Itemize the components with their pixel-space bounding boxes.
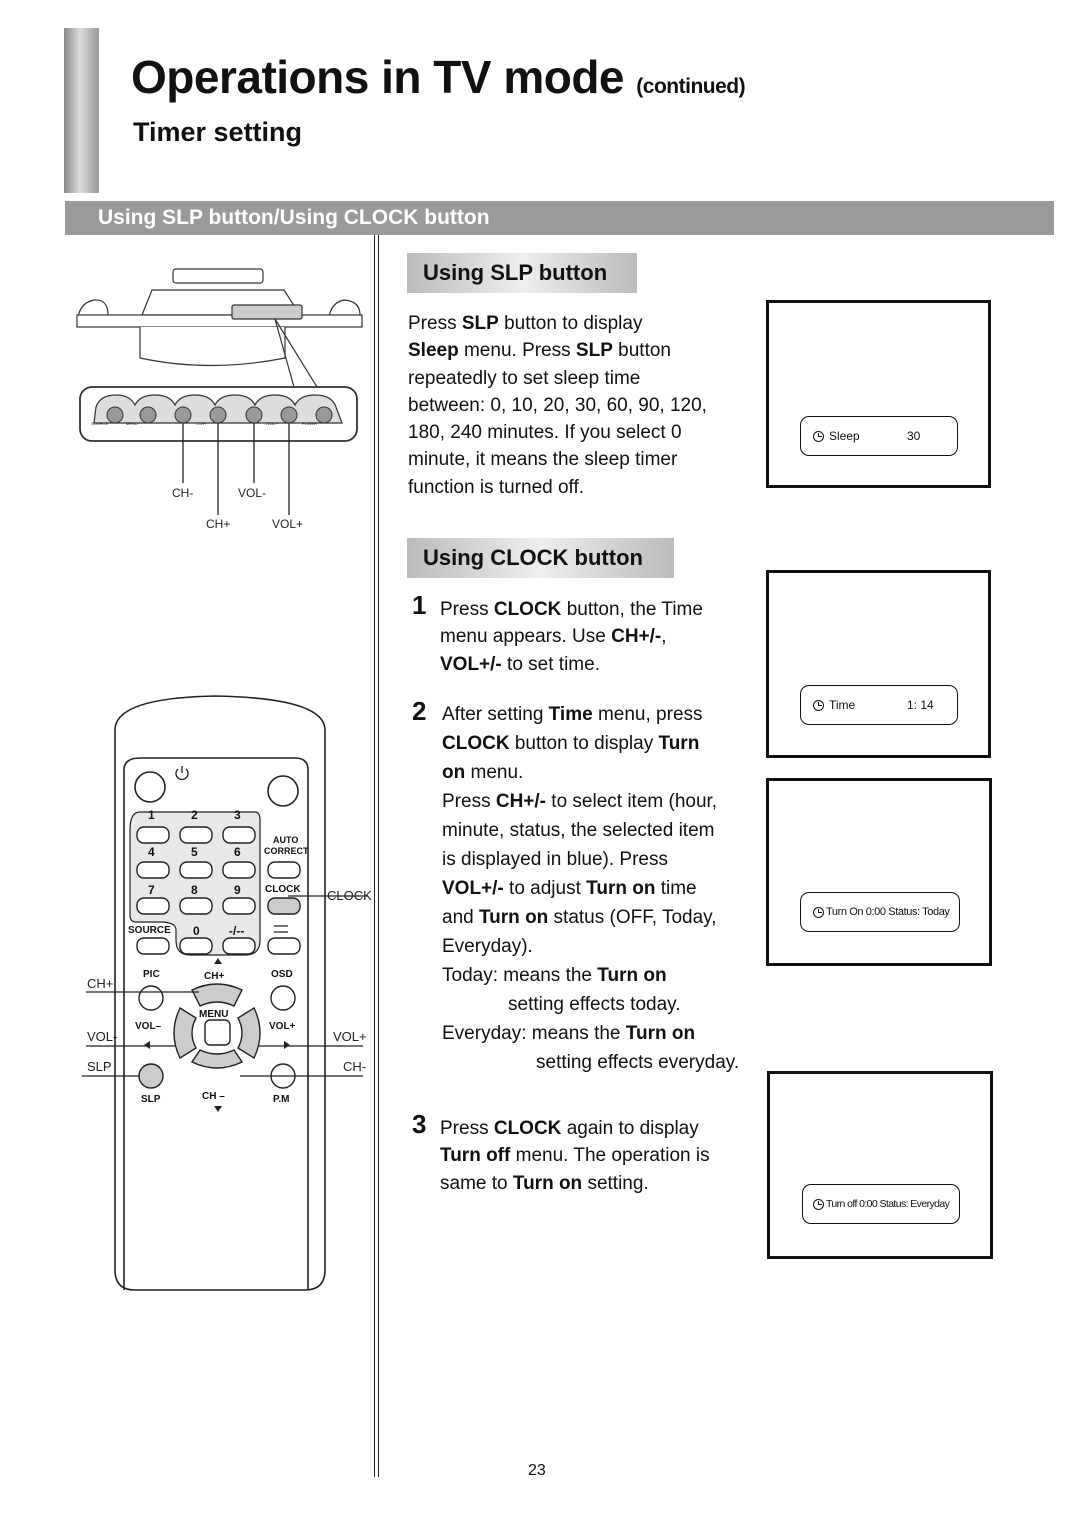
turn-on-osd-text: Turn On 0:00 Status: Today	[826, 906, 950, 918]
panel-label-ch: –CH+	[196, 421, 207, 426]
key-label-0: 0	[193, 924, 200, 938]
time-osd-label: Time	[829, 698, 856, 712]
remote-callout-clock: CLOCK	[327, 888, 372, 903]
panel-label-source: SOURCE	[91, 421, 109, 426]
step-2-text: After setting Time menu, press CLOCK but…	[442, 704, 740, 1073]
panel-callout-vol-minus: VOL-	[238, 486, 267, 500]
page-title-text: Operations in TV mode	[131, 51, 625, 103]
key-label-5: 5	[191, 845, 198, 859]
turn-on-osd-box: Turn On 0:00 Status: Today	[800, 892, 960, 932]
page-subtitle: Timer setting	[133, 117, 303, 147]
remote-callout-vol-minus: VOL-	[87, 1029, 118, 1044]
key-label-pm: P.M	[273, 1094, 290, 1105]
remote-callout-ch-plus: CH+	[87, 976, 114, 991]
page-number: 23	[528, 1462, 546, 1479]
sleep-osd-box: Sleep 30	[800, 416, 958, 456]
panel-callout-ch-minus: CH-	[172, 486, 194, 500]
step-1-text: Press CLOCK button, the Time menu appear…	[440, 599, 703, 675]
key-label-auto: AUTO	[273, 835, 299, 845]
time-osd-box: Time 1: 14	[800, 685, 958, 725]
slp-description: Press SLP button to display Sleep menu. …	[408, 313, 707, 498]
remote-callout-ch-minus: CH-	[343, 1059, 367, 1074]
remote-control-illustration	[82, 695, 368, 1291]
key-label-clock: CLOCK	[265, 884, 301, 895]
key-label-4: 4	[148, 845, 155, 859]
turn-off-osd-text: Turn off 0:00 Status: Everyday	[826, 1198, 950, 1210]
panel-label-vol: –VOL+	[265, 421, 278, 426]
key-label-osd: OSD	[271, 969, 293, 980]
remote-callout-slp: SLP	[87, 1059, 112, 1074]
clock-icon	[813, 430, 824, 442]
time-osd-value: 1: 14	[907, 698, 934, 712]
clock-icon	[813, 699, 824, 711]
key-label-1: 1	[148, 808, 155, 822]
turn-off-osd-screen: Turn off 0:00 Status: Everyday	[767, 1071, 993, 1259]
remote-callout-vol-plus: VOL+	[333, 1029, 367, 1044]
key-label-6: 6	[234, 845, 241, 859]
page-title: Operations in TV mode (continued)	[131, 50, 746, 104]
panel-callout-ch-plus: CH+	[206, 517, 231, 531]
key-label-menu: MENU	[199, 1009, 229, 1020]
panel-label-power: POWER	[302, 421, 318, 426]
key-label-pic: PIC	[143, 969, 160, 980]
key-label-2: 2	[191, 808, 198, 822]
key-label-ch-minus: CH –	[202, 1091, 225, 1102]
clock-icon	[813, 906, 824, 918]
key-label-7: 7	[148, 883, 155, 897]
key-label-slp: SLP	[141, 1094, 161, 1105]
key-label-source: SOURCE	[128, 925, 171, 936]
key-label-3: 3	[234, 808, 241, 822]
step-number-2: 2	[412, 696, 427, 726]
turn-off-osd-box: Turn off 0:00 Status: Everyday	[802, 1184, 960, 1224]
step-number-1: 1	[412, 590, 427, 620]
sleep-osd-label: Sleep	[829, 429, 860, 443]
clock-section-heading: Using CLOCK button	[407, 538, 674, 578]
title-suffix: (continued)	[636, 75, 746, 98]
key-label-ch-plus: CH+	[204, 971, 225, 982]
key-label-correct: CORRECT	[264, 846, 309, 856]
sleep-osd-screen: Sleep 30	[766, 300, 991, 488]
slp-section-heading: Using SLP button	[407, 253, 637, 293]
time-osd-screen: Time 1: 14	[766, 570, 991, 758]
key-label-vol-plus: VOL+	[269, 1021, 296, 1032]
panel-label-menu: MENU	[126, 421, 138, 426]
header-accent-bar	[64, 28, 99, 193]
step-3-text: Press CLOCK again to display Turn off me…	[440, 1118, 710, 1194]
clock-icon	[813, 1198, 824, 1210]
key-label-9: 9	[234, 883, 241, 897]
turn-on-osd-screen: Turn On 0:00 Status: Today	[766, 778, 992, 966]
section-bar: Using SLP button/Using CLOCK button	[65, 201, 1054, 235]
panel-callout-vol-plus: VOL+	[272, 517, 304, 531]
key-label-dash: -/--	[229, 924, 245, 938]
tv-side-panel-illustration	[76, 268, 363, 515]
key-label-vol-minus: VOL–	[135, 1021, 162, 1032]
key-label-8: 8	[191, 883, 198, 897]
step-number-3: 3	[412, 1109, 427, 1139]
sleep-osd-value: 30	[907, 429, 921, 443]
